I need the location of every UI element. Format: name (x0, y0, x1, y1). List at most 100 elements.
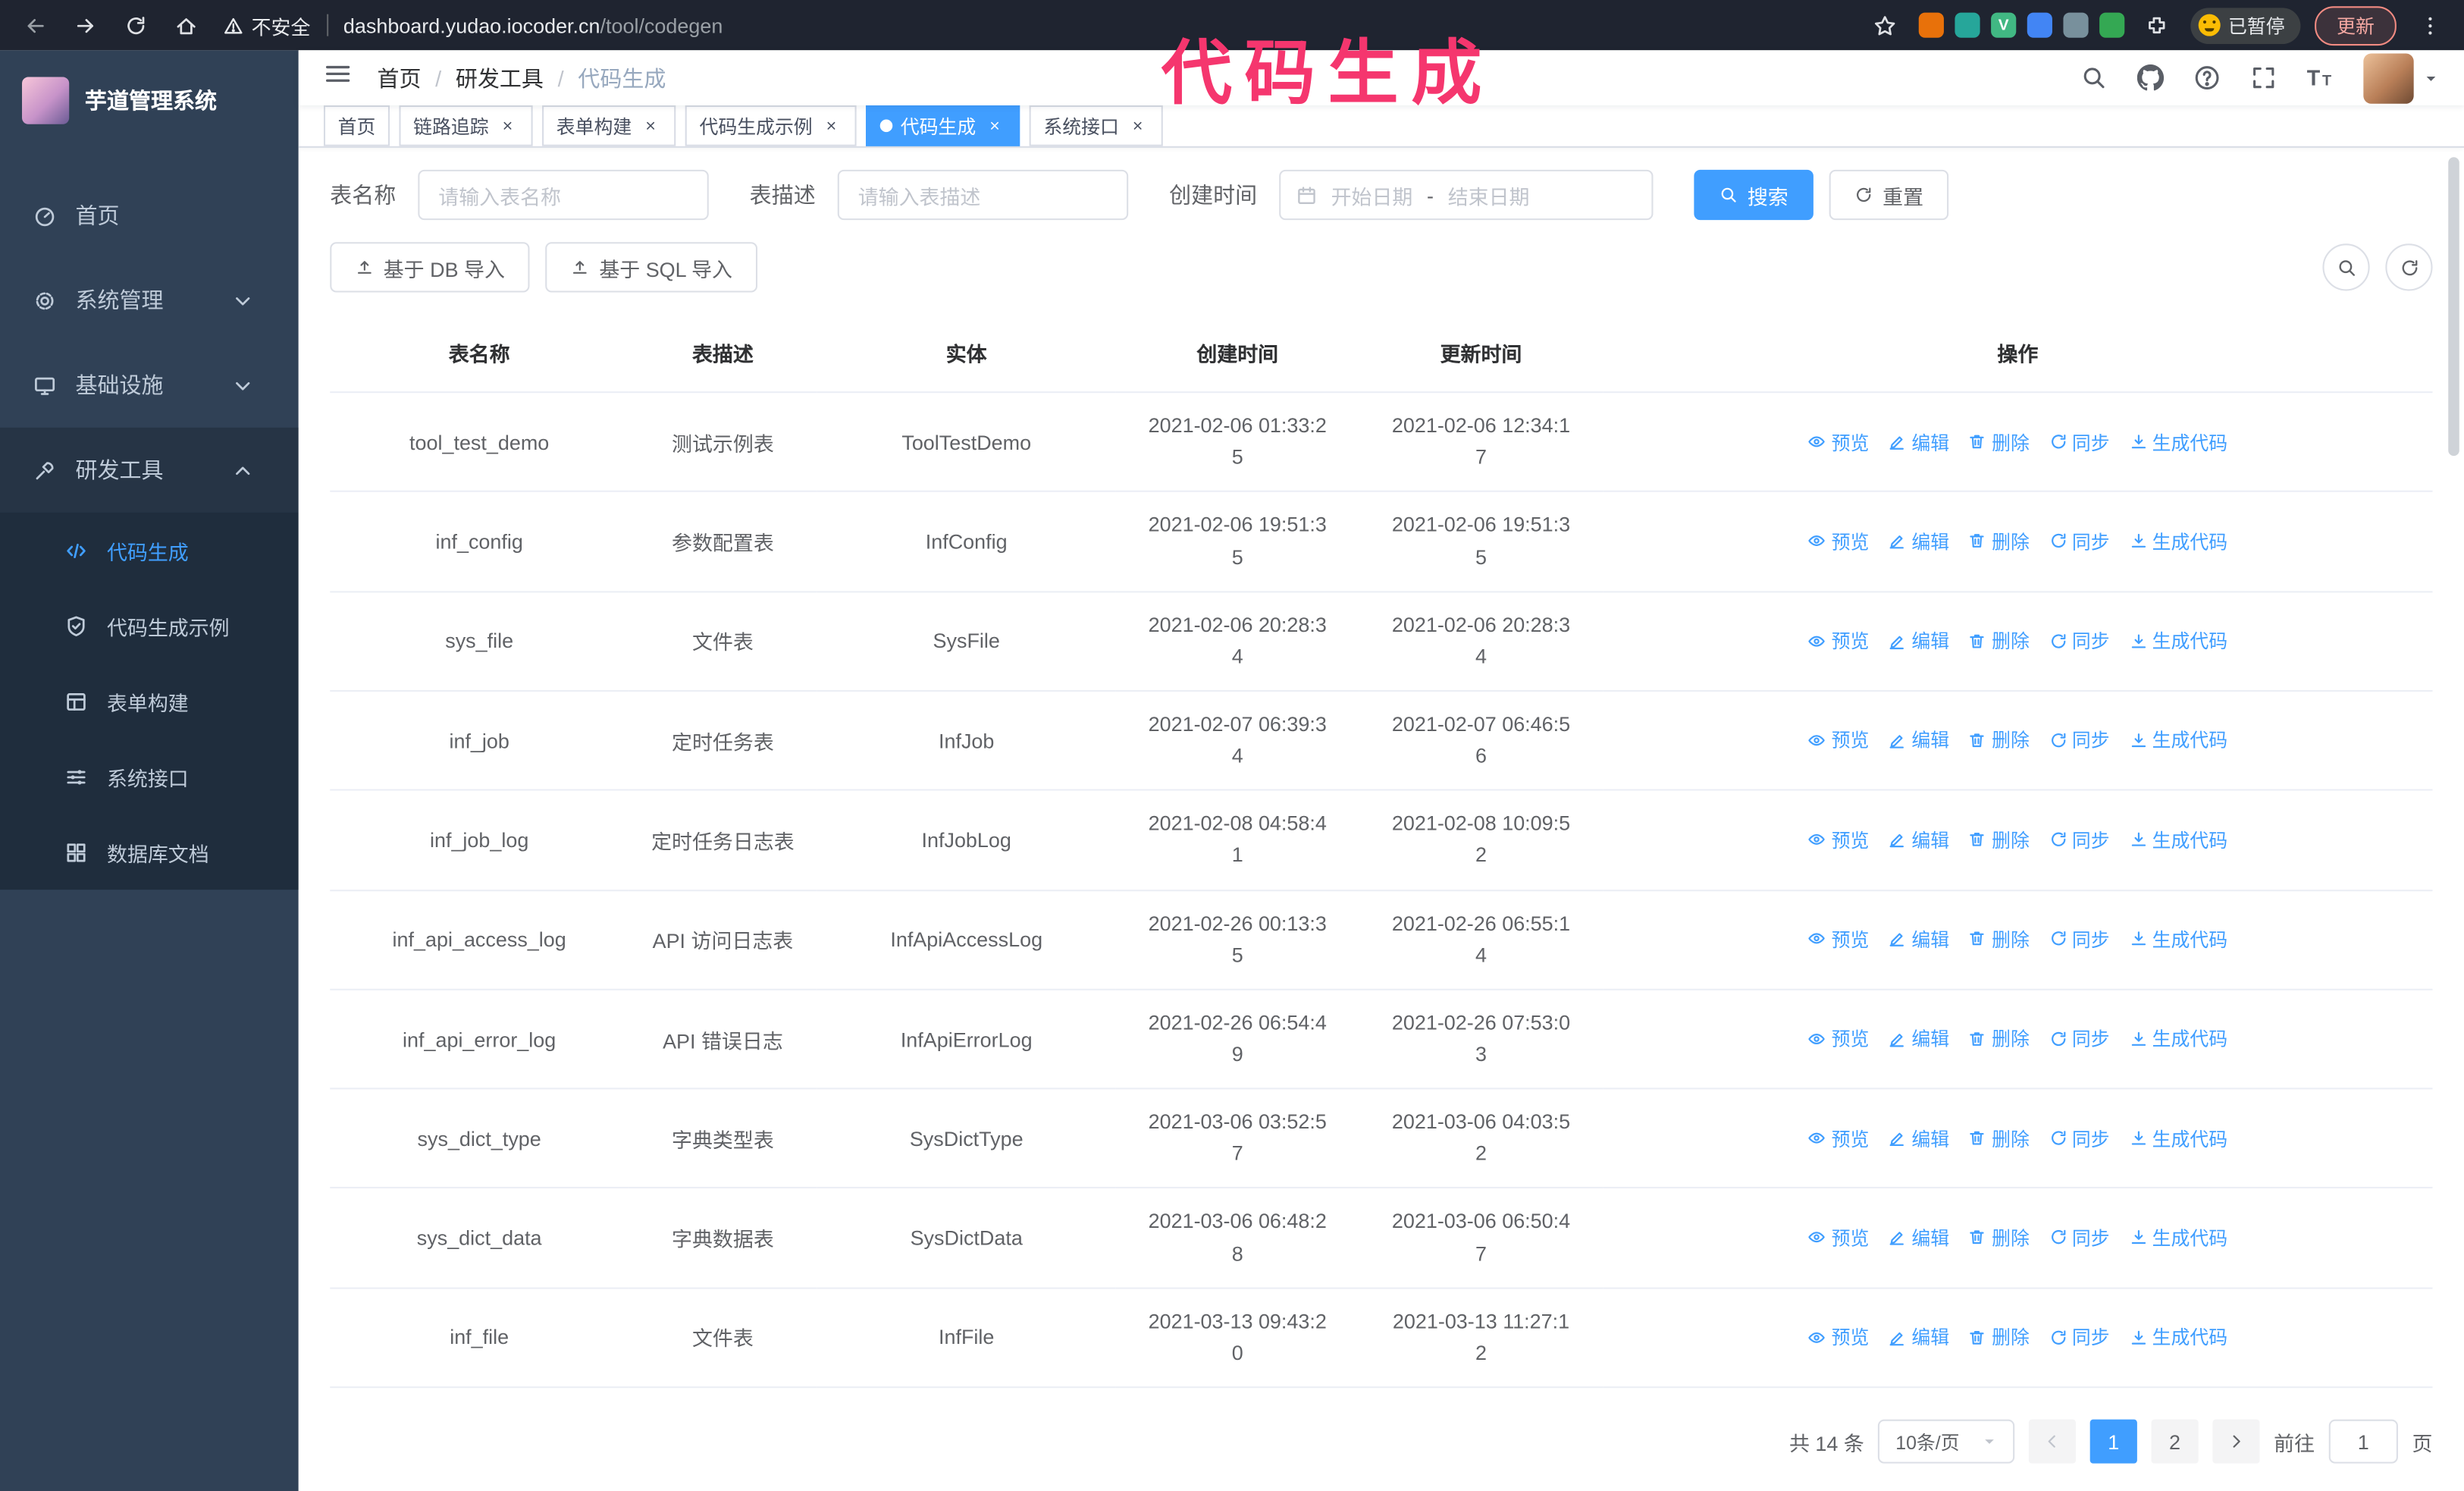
delete-link[interactable]: 删除 (1968, 727, 2030, 753)
sidebar-item[interactable]: 系统管理 (0, 258, 299, 343)
app-logo[interactable]: 芋道管理系统 (0, 50, 299, 151)
tag-item[interactable]: 链路追踪 (399, 105, 533, 147)
breadcrumb-tools[interactable]: 研发工具 (456, 62, 544, 93)
generate-code-link[interactable]: 生成代码 (2129, 926, 2227, 953)
edit-link[interactable]: 编辑 (1888, 428, 1949, 455)
date-range-picker[interactable]: 开始日期 - 结束日期 (1279, 170, 1654, 221)
home-icon[interactable] (167, 6, 205, 44)
sync-link[interactable]: 同步 (2049, 1224, 2110, 1251)
sync-link[interactable]: 同步 (2049, 1025, 2110, 1052)
extension-icon[interactable] (2027, 12, 2052, 38)
extension-icon[interactable]: V (1991, 12, 2017, 38)
extension-icon[interactable] (1918, 12, 1944, 38)
sync-link[interactable]: 同步 (2049, 1323, 2110, 1350)
tag-item[interactable]: 表单构建 (542, 105, 676, 147)
sidebar-item[interactable]: 代码生成 (0, 513, 299, 588)
delete-link[interactable]: 删除 (1968, 528, 2030, 554)
edit-link[interactable]: 编辑 (1888, 1025, 1949, 1052)
page-button[interactable]: 1 (2089, 1419, 2137, 1464)
delete-link[interactable]: 删除 (1968, 1323, 2030, 1350)
table-desc-input[interactable]: 请输入表描述 (837, 170, 1129, 221)
close-icon[interactable] (984, 115, 1006, 137)
delete-link[interactable]: 删除 (1968, 926, 2030, 953)
reset-button[interactable]: 重置 (1829, 170, 1949, 221)
edit-link[interactable]: 编辑 (1888, 827, 1949, 853)
preview-link[interactable]: 预览 (1808, 1125, 1869, 1151)
fullscreen-icon[interactable] (2250, 64, 2277, 91)
generate-code-link[interactable]: 生成代码 (2129, 627, 2227, 654)
tag-item[interactable]: 首页 (323, 105, 390, 147)
tag-item[interactable]: 代码生成示例 (685, 105, 857, 147)
preview-link[interactable]: 预览 (1808, 1025, 1869, 1052)
user-avatar[interactable] (2363, 52, 2438, 103)
edit-link[interactable]: 编辑 (1888, 1125, 1949, 1151)
next-page-button[interactable] (2212, 1419, 2260, 1464)
page-size-select[interactable]: 10条/页 (1878, 1419, 2015, 1464)
table-name-input[interactable]: 请输入表名称 (418, 170, 709, 221)
tag-item[interactable]: 系统接口 (1029, 105, 1163, 147)
delete-link[interactable]: 删除 (1968, 1125, 2030, 1151)
bookmark-star-icon[interactable] (1867, 6, 1904, 44)
preview-link[interactable]: 预览 (1808, 727, 1869, 753)
goto-page-input[interactable]: 1 (2328, 1419, 2398, 1464)
scrollbar-thumb[interactable] (2448, 157, 2459, 457)
extension-icon[interactable] (2063, 12, 2089, 38)
edit-link[interactable]: 编辑 (1888, 627, 1949, 654)
close-icon[interactable] (820, 115, 842, 137)
font-size-icon[interactable]: TT (2307, 64, 2334, 91)
delete-link[interactable]: 删除 (1968, 1224, 2030, 1251)
sync-link[interactable]: 同步 (2049, 528, 2110, 554)
search-icon[interactable] (2080, 64, 2107, 91)
extensions-puzzle-icon[interactable] (2139, 6, 2177, 44)
security-chip[interactable]: 不安全 (223, 10, 310, 39)
sync-link[interactable]: 同步 (2049, 727, 2110, 753)
sidebar-item[interactable]: 数据库文档 (0, 815, 299, 890)
edit-link[interactable]: 编辑 (1888, 1323, 1949, 1350)
toggle-search-button[interactable] (2322, 243, 2370, 291)
close-icon[interactable] (640, 115, 662, 137)
preview-link[interactable]: 预览 (1808, 926, 1869, 953)
generate-code-link[interactable]: 生成代码 (2129, 1323, 2227, 1350)
prev-page-button[interactable] (2028, 1419, 2076, 1464)
edit-link[interactable]: 编辑 (1888, 1224, 1949, 1251)
github-icon[interactable] (2136, 64, 2165, 91)
edit-link[interactable]: 编辑 (1888, 727, 1949, 753)
sync-link[interactable]: 同步 (2049, 428, 2110, 455)
refresh-table-button[interactable] (2385, 243, 2433, 291)
breadcrumb-home[interactable]: 首页 (377, 62, 421, 93)
delete-link[interactable]: 删除 (1968, 827, 2030, 853)
address-bar[interactable]: dashboard.yudao.iocoder.cn/tool/codegen (343, 14, 1851, 37)
back-icon[interactable] (16, 6, 54, 44)
update-button[interactable]: 更新 (2315, 5, 2397, 46)
generate-code-link[interactable]: 生成代码 (2129, 528, 2227, 554)
preview-link[interactable]: 预览 (1808, 528, 1869, 554)
sidebar-item[interactable]: 系统接口 (0, 739, 299, 814)
preview-link[interactable]: 预览 (1808, 428, 1869, 455)
hamburger-icon[interactable] (324, 60, 352, 96)
sync-link[interactable]: 同步 (2049, 1125, 2110, 1151)
sidebar-item[interactable]: 研发工具 (0, 427, 299, 513)
generate-code-link[interactable]: 生成代码 (2129, 1025, 2227, 1052)
generate-code-link[interactable]: 生成代码 (2129, 1224, 2227, 1251)
preview-link[interactable]: 预览 (1808, 827, 1869, 853)
sidebar-item[interactable]: 首页 (0, 173, 299, 258)
import-db-button[interactable]: 基于 DB 导入 (330, 242, 531, 293)
sync-link[interactable]: 同步 (2049, 627, 2110, 654)
generate-code-link[interactable]: 生成代码 (2129, 1125, 2227, 1151)
sidebar-item[interactable]: 表单构建 (0, 664, 299, 739)
forward-icon[interactable] (66, 6, 104, 44)
paused-badge[interactable]: 已暂停 (2190, 7, 2301, 43)
import-sql-button[interactable]: 基于 SQL 导入 (545, 242, 758, 293)
delete-link[interactable]: 删除 (1968, 428, 2030, 455)
close-icon[interactable] (1127, 115, 1149, 137)
generate-code-link[interactable]: 生成代码 (2129, 827, 2227, 853)
menu-kebab-icon[interactable] (2411, 6, 2449, 44)
search-button[interactable]: 搜索 (1694, 170, 1814, 221)
preview-link[interactable]: 预览 (1808, 1323, 1869, 1350)
help-icon[interactable] (2193, 64, 2220, 91)
close-icon[interactable] (497, 115, 519, 137)
sync-link[interactable]: 同步 (2049, 827, 2110, 853)
extension-icon[interactable] (2099, 12, 2125, 38)
tag-item[interactable]: 代码生成 (866, 105, 1020, 147)
sidebar-item[interactable]: 代码生成示例 (0, 588, 299, 663)
